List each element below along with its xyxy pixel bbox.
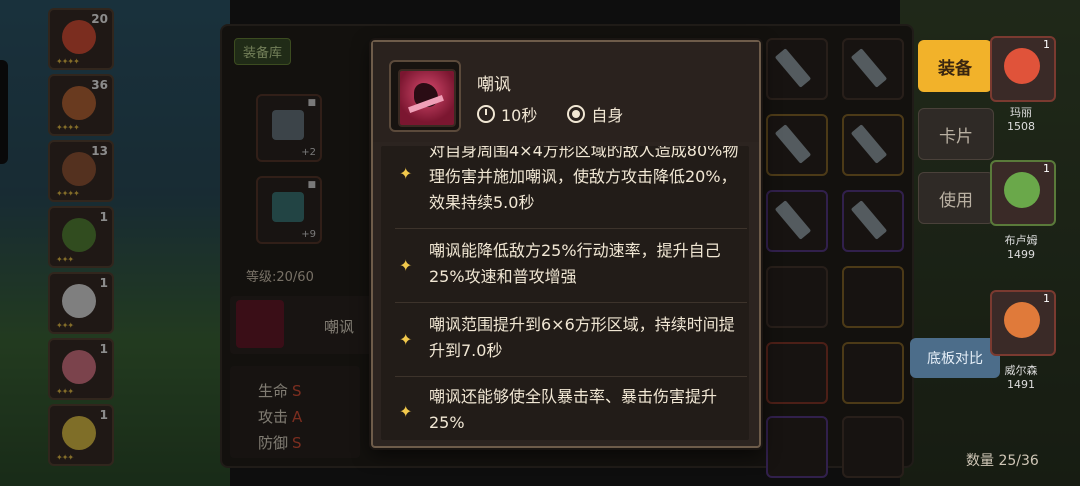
pet-portrait bbox=[1004, 302, 1040, 338]
compare-button[interactable]: 底板对比 bbox=[910, 338, 1000, 378]
pet-card[interactable]: 1 bbox=[990, 36, 1056, 102]
pet-portrait bbox=[1004, 172, 1040, 208]
effect-text: 对自身周围4×4方形区域的敌人造成80%物理伤害并施加嘲讽，使敌方攻击降低20%… bbox=[429, 146, 739, 212]
inventory-count: 数量 25/36 bbox=[966, 453, 1039, 469]
effect-text: 嘲讽还能够使全队暴击率、暴击伤害提升25% bbox=[429, 387, 718, 432]
effect-text: 嘲讽范围提升到6×6方形区域，持续时间提升到7.0秒 bbox=[429, 315, 735, 360]
target-icon bbox=[567, 105, 586, 123]
use-button[interactable]: 使用 bbox=[918, 172, 994, 224]
effect-item: ✦ 对自身周围4×4方形区域的敌人造成80%物理伤害并施加嘲讽，使敌方攻击降低2… bbox=[381, 146, 749, 218]
effect-item: ✦ 嘲讽还能够使全队暴击率、暴击伤害提升25% bbox=[381, 382, 749, 440]
tooltip-header: 嘲讽 10秒 自身 bbox=[373, 42, 759, 142]
equip-button[interactable]: 装备 bbox=[918, 40, 992, 92]
pet-name: 威尔森 bbox=[1004, 364, 1038, 377]
skill-icon-art bbox=[398, 69, 456, 127]
pet-card[interactable]: 1 bbox=[990, 290, 1056, 356]
effect-item: ✦ 嘲讽范围提升到6×6方形区域，持续时间提升到7.0秒 bbox=[381, 310, 749, 374]
pet-power: 1491 bbox=[1007, 378, 1035, 391]
card-button[interactable]: 卡片 bbox=[918, 108, 994, 160]
pet-power: 1508 bbox=[1007, 120, 1035, 133]
clock-icon bbox=[477, 105, 495, 123]
pet-count: 1 bbox=[1043, 38, 1050, 51]
effect-text: 嘲讽能降低敌方25%行动速率，提升自己25%攻速和普攻增强 bbox=[429, 241, 721, 286]
skill-effects: ✦ 对自身周围4×4方形区域的敌人造成80%物理伤害并施加嘲讽，使敌方攻击降低2… bbox=[381, 146, 749, 440]
pet-card[interactable]: 1 bbox=[990, 160, 1056, 226]
divider bbox=[395, 376, 747, 377]
pet-name: 玛丽 bbox=[1010, 106, 1032, 119]
star-icon: ✦ bbox=[399, 256, 413, 275]
pet-portrait bbox=[1004, 48, 1040, 84]
effect-item: ✦ 嘲讽能降低敌方25%行动速率，提升自己25%攻速和普攻增强 bbox=[381, 236, 749, 300]
star-icon: ✦ bbox=[399, 402, 413, 421]
skill-tooltip: 嘲讽 10秒 自身 ✦ 对自身周围4×4方形区域的敌人造成80%物理伤害并施加嘲… bbox=[371, 40, 761, 448]
cooldown-value: 10秒 bbox=[501, 106, 538, 125]
pet-power: 1499 bbox=[1007, 248, 1035, 261]
pet-count: 1 bbox=[1043, 162, 1050, 175]
divider bbox=[395, 228, 747, 229]
skill-title: 嘲讽 bbox=[477, 75, 511, 95]
skill-meta: 10秒 自身 bbox=[477, 102, 623, 126]
divider bbox=[395, 302, 747, 303]
target-value: 自身 bbox=[591, 106, 624, 125]
pet-count: 1 bbox=[1043, 292, 1050, 305]
pet-name: 布卢姆 bbox=[1004, 234, 1038, 247]
star-icon: ✦ bbox=[399, 164, 413, 183]
star-icon: ✦ bbox=[399, 330, 413, 349]
taunt-skill-icon bbox=[389, 60, 461, 132]
